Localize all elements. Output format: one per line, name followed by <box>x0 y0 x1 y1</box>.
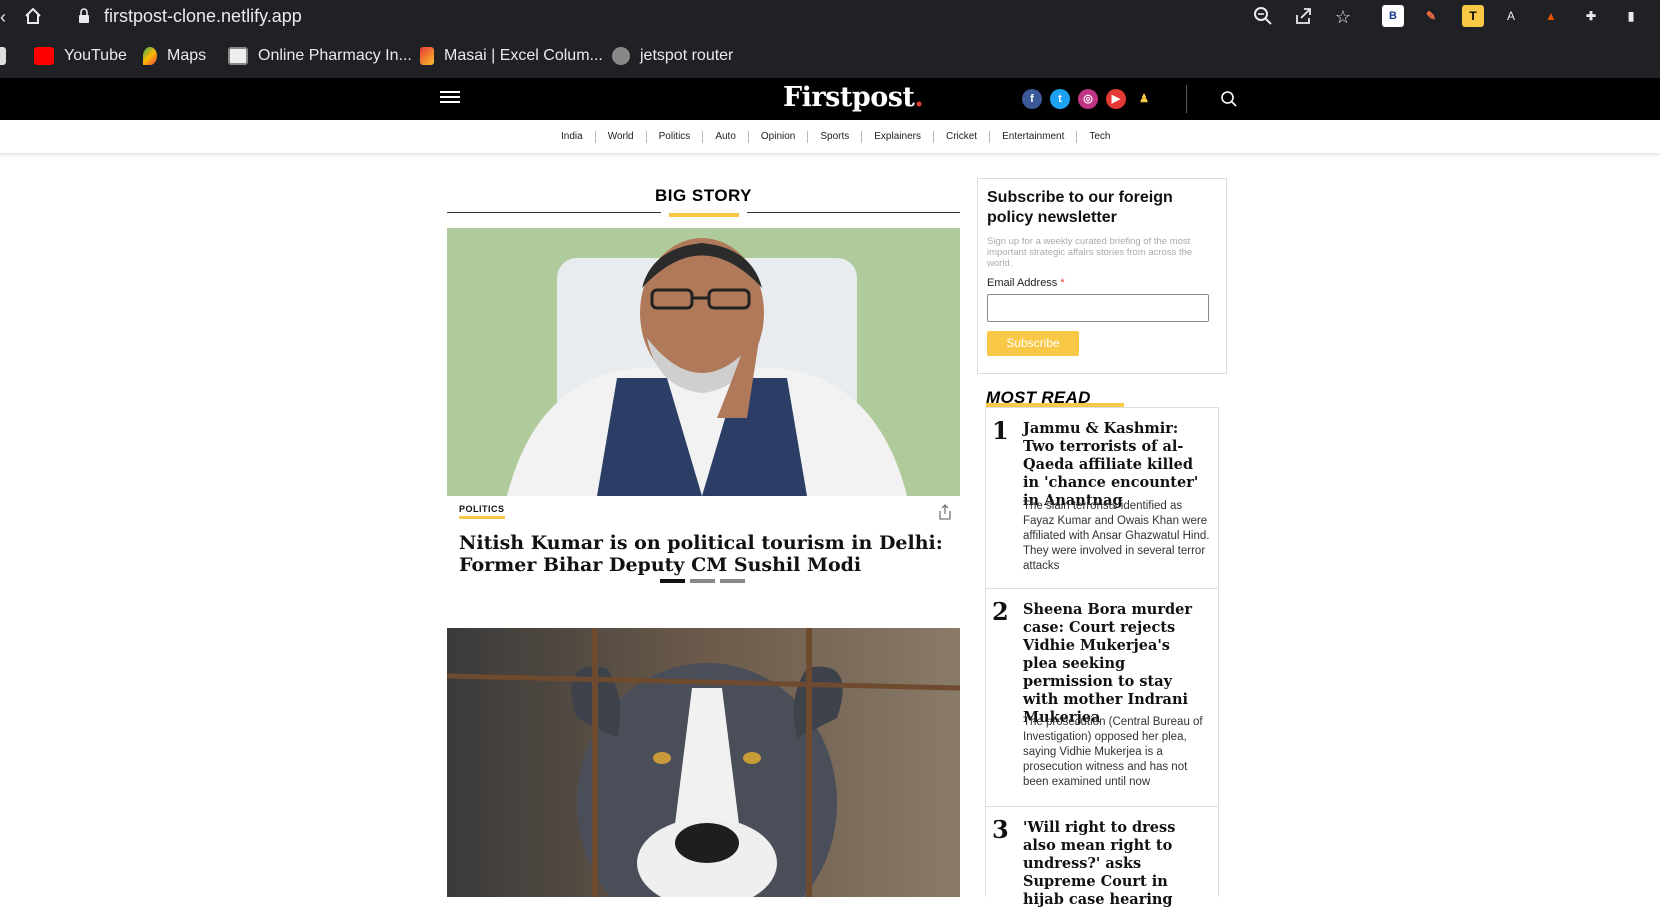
bookmark-youtube[interactable]: YouTube <box>34 44 127 68</box>
newsletter-title: Subscribe to our foreign policy newslett… <box>987 189 1173 226</box>
carousel-dots <box>660 579 745 583</box>
subscribe-button[interactable]: Subscribe <box>987 331 1079 356</box>
maps-icon <box>143 47 157 65</box>
facebook-icon[interactable]: f <box>1022 89 1042 109</box>
heading-rule-left <box>447 212 661 213</box>
zoom-icon[interactable] <box>1252 6 1274 28</box>
extension-hat-icon[interactable]: ▲ <box>1540 5 1562 27</box>
nav-item-explainers[interactable]: Explainers <box>862 131 934 143</box>
rank-number: 3 <box>992 815 1016 844</box>
nav-item-sports[interactable]: Sports <box>808 131 863 143</box>
bookmark-maps[interactable]: Maps <box>143 44 206 68</box>
nav-item-india[interactable]: India <box>549 131 596 143</box>
nav-list: India World Politics Auto Opinion Sports… <box>549 131 1122 143</box>
twitter-icon[interactable]: t <box>1050 89 1070 109</box>
most-read-summary: The prosecution (Central Bureau of Inves… <box>1023 716 1203 788</box>
search-icon[interactable] <box>1220 90 1238 108</box>
required-mark: * <box>1060 277 1065 289</box>
email-label-text: Email Address <box>987 277 1058 289</box>
side-panel-icon[interactable]: ▮ <box>1620 5 1642 27</box>
most-read-headline[interactable]: Sheena Bora murder case: Court rejects V… <box>1023 601 1203 727</box>
carousel-dot[interactable] <box>660 579 685 583</box>
bookmark-online-pharmacy[interactable]: Online Pharmacy In... <box>228 44 412 68</box>
globe-icon <box>612 47 630 65</box>
extension-t-icon[interactable]: T <box>1462 5 1484 27</box>
bookmark-masai[interactable]: Masai | Excel Colum... <box>420 44 603 68</box>
most-read-summary: The slain terrorists identified as Fayaz… <box>1023 500 1210 572</box>
big-story-image[interactable] <box>447 228 960 496</box>
share-icon[interactable] <box>938 504 952 520</box>
hamburger-menu-icon[interactable] <box>440 91 460 107</box>
nav-item-politics[interactable]: Politics <box>647 131 704 143</box>
extension-font-icon[interactable]: A <box>1500 5 1522 27</box>
list-item[interactable]: 1 Jammu & Kashmir: Two terrorists of al-… <box>986 408 1218 589</box>
pharmacy-icon <box>228 47 248 65</box>
nav-item-cricket[interactable]: Cricket <box>934 131 991 143</box>
nav-item-auto[interactable]: Auto <box>703 131 749 143</box>
logo-text: Firstpost <box>783 82 915 113</box>
address-bar-row: ‹ firstpost-clone.netlify.app ☆ B ✎ T A … <box>0 0 1660 34</box>
instagram-icon[interactable]: ◎ <box>1078 89 1098 109</box>
most-read-list: 1 Jammu & Kashmir: Two terrorists of al-… <box>985 407 1219 908</box>
site-header: Firstpost. f t ◎ ▶ ♟ <box>0 78 1660 120</box>
bookmarks-bar: YouTube Maps Online Pharmacy In... Masai… <box>0 40 1660 72</box>
most-read-headline[interactable]: 'Will right to dress also mean right to … <box>1023 819 1203 909</box>
story-category-tag[interactable]: POLITICS <box>459 504 505 519</box>
nav-item-tech[interactable]: Tech <box>1077 131 1122 143</box>
category-nav: India World Politics Auto Opinion Sports… <box>0 120 1660 154</box>
big-story-card: POLITICS Nitish Kumar is on political to… <box>447 496 960 584</box>
carousel-dot[interactable] <box>690 579 715 583</box>
second-story-image[interactable] <box>447 628 960 897</box>
browser-chrome: ‹ firstpost-clone.netlify.app ☆ B ✎ T A … <box>0 0 1660 78</box>
extension-pen-icon[interactable]: ✎ <box>1420 5 1442 27</box>
nav-item-world[interactable]: World <box>596 131 647 143</box>
rank-number: 1 <box>992 416 1016 445</box>
site-logo[interactable]: Firstpost. <box>783 82 924 113</box>
newsletter-description: Sign up for a weekly curated briefing of… <box>987 236 1193 269</box>
newsletter-box: Subscribe to our foreign policy newslett… <box>977 178 1227 374</box>
bookmark-star-icon[interactable]: ☆ <box>1332 6 1354 28</box>
heading-underline <box>669 213 739 217</box>
bookmark-label: YouTube <box>64 47 127 64</box>
nav-item-entertainment[interactable]: Entertainment <box>990 131 1078 143</box>
most-read-title: MOST READ <box>986 388 1091 407</box>
bookmark-favicon-icon <box>0 47 6 65</box>
email-field[interactable] <box>987 294 1209 322</box>
header-divider <box>1186 85 1187 113</box>
url-text[interactable]: firstpost-clone.netlify.app <box>104 6 302 27</box>
list-item[interactable]: 3 'Will right to dress also mean right t… <box>986 807 1218 908</box>
big-story-headline[interactable]: Nitish Kumar is on political tourism in … <box>459 532 949 576</box>
koo-icon[interactable]: ♟ <box>1134 89 1154 109</box>
home-icon[interactable] <box>22 6 44 28</box>
bookmark-label: Masai | Excel Colum... <box>444 47 603 64</box>
carousel-dot[interactable] <box>720 579 745 583</box>
big-story-heading: BIG STORY <box>447 180 960 220</box>
lock-icon[interactable] <box>78 8 90 24</box>
masai-icon <box>420 47 434 65</box>
most-read-headline[interactable]: Jammu & Kashmir: Two terrorists of al-Qa… <box>1023 420 1203 510</box>
bookmark-label: Maps <box>167 47 207 64</box>
bookmark-label: jetspot router <box>640 47 734 64</box>
bookmark-jetspot[interactable]: jetspot router <box>612 44 733 68</box>
heading-rule-right <box>747 212 960 213</box>
extension-b-icon[interactable]: B <box>1382 5 1404 27</box>
list-item[interactable]: 2 Sheena Bora murder case: Court rejects… <box>986 589 1218 807</box>
bookmark-label: Online Pharmacy In... <box>258 47 412 64</box>
nav-item-opinion[interactable]: Opinion <box>749 131 809 143</box>
extensions-puzzle-icon[interactable]: ✚ <box>1580 5 1602 27</box>
big-story-title: BIG STORY <box>654 186 753 205</box>
email-label: Email Address * <box>987 277 1065 289</box>
youtube-icon <box>34 47 54 65</box>
logo-dot: . <box>914 82 924 113</box>
bookmark-partial[interactable] <box>0 44 6 68</box>
back-icon[interactable]: ‹ <box>0 6 14 28</box>
youtube-social-icon[interactable]: ▶ <box>1106 89 1126 109</box>
rank-number: 2 <box>992 597 1016 626</box>
share-page-icon[interactable] <box>1292 6 1314 28</box>
